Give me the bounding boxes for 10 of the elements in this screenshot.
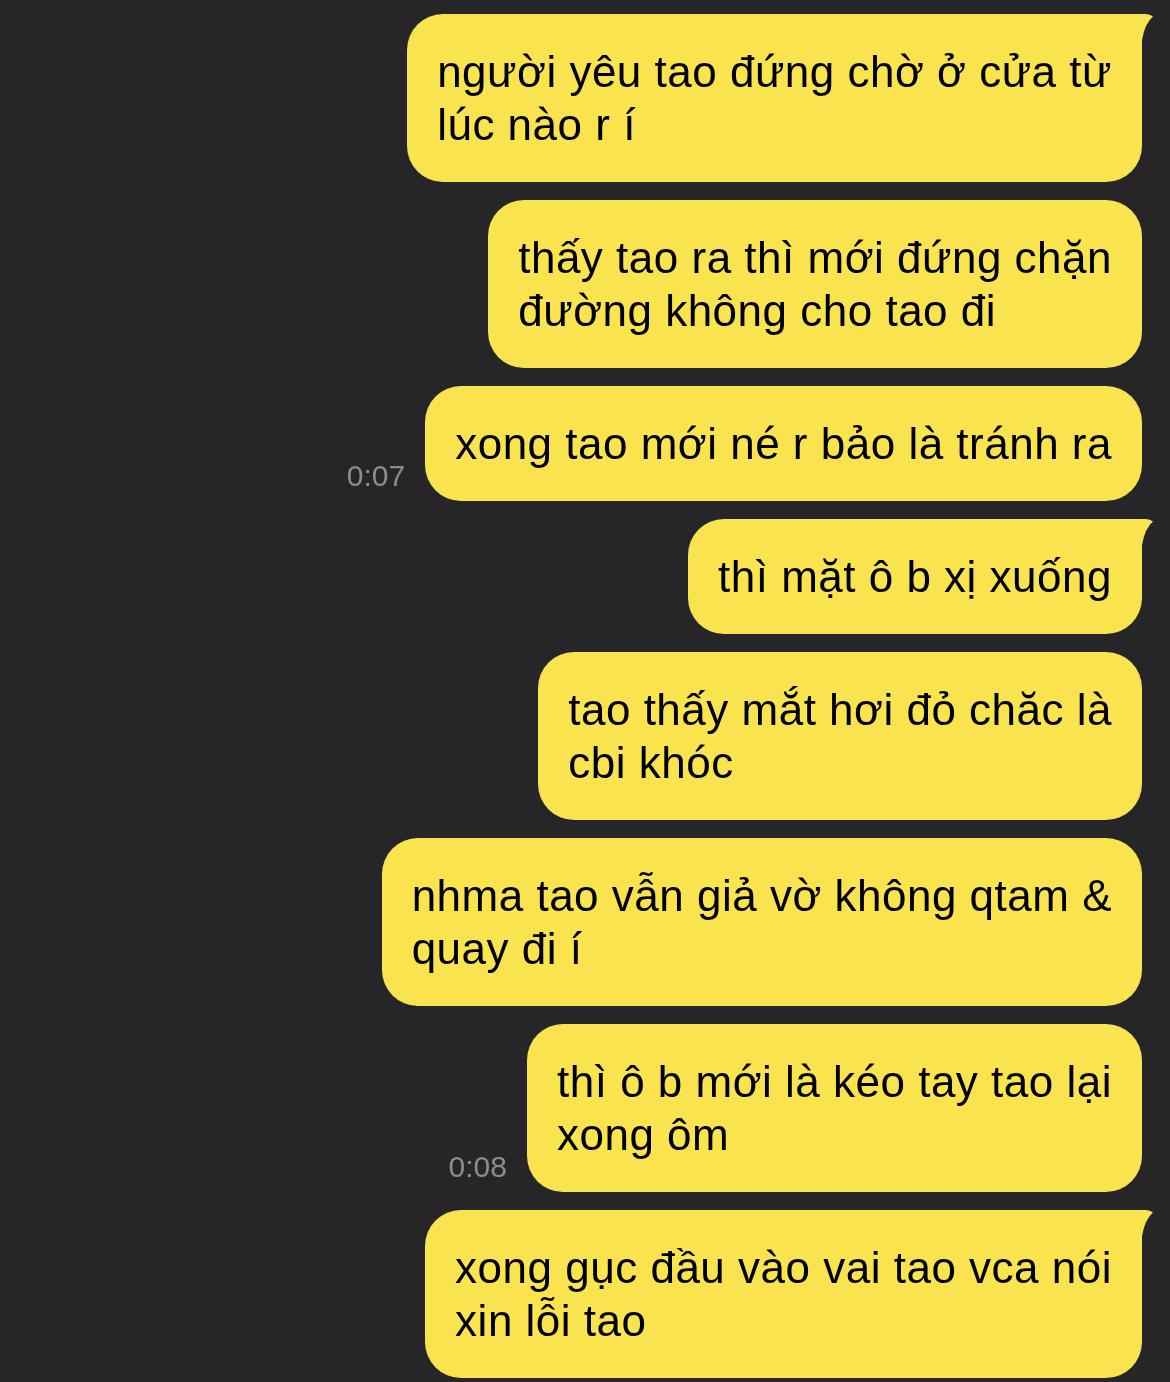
message-text: thì ô b mới là kéo tay tao lại xong ôm: [557, 1056, 1112, 1161]
message-text: tao thấy mắt hơi đỏ chăc là cbi khóc: [568, 684, 1112, 789]
message-text: thì mặt ô b xị xuống: [718, 551, 1112, 603]
message-text: xong tao mới né r bảo là tránh ra: [455, 418, 1112, 470]
timestamp: 0:07: [346, 461, 406, 494]
message-text: xong gục đầu vào vai tao vca nói xin lỗi tao: [455, 1242, 1112, 1347]
timestamp: 0:08: [448, 1152, 507, 1185]
message-text: nhma tao vẫn giả vờ không qtam & quay đi í: [411, 870, 1112, 975]
message-text: người yêu tao đứng chờ ở cửa từ lúc nào r í: [437, 46, 1112, 151]
message-text: thấy tao ra thì mới đứng chặn đường không cho tao đi: [518, 232, 1112, 337]
